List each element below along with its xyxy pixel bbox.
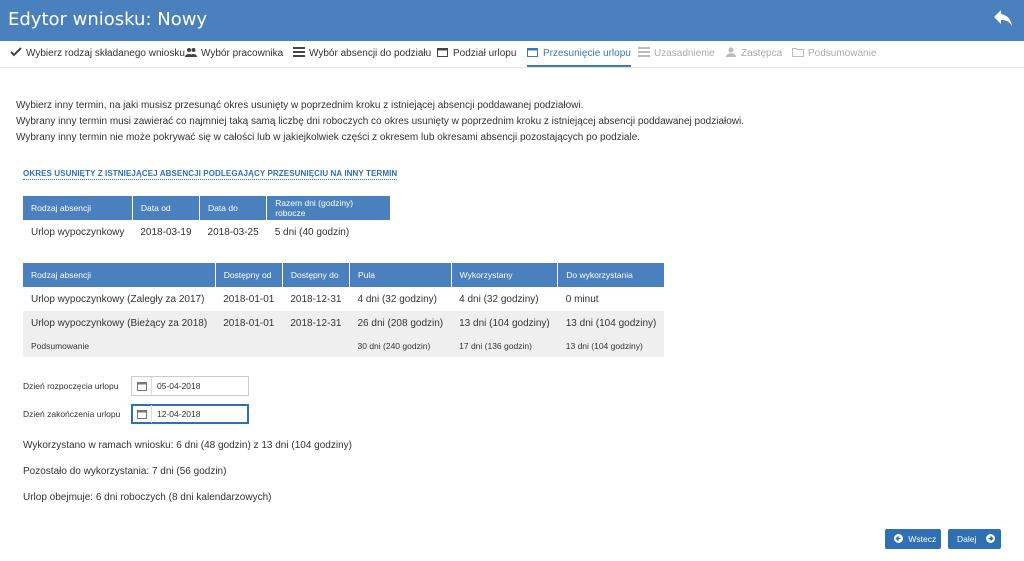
instruction-line: Wybierz inny termin, na jaki musisz prze… bbox=[16, 100, 584, 111]
calendar-icon bbox=[437, 42, 449, 57]
column-header: Data od bbox=[132, 196, 201, 220]
table-cell: 5 dni (40 godzin) bbox=[274, 226, 350, 238]
table-cell: Urlop wypoczynkowy (Zaległy za 2017) bbox=[31, 293, 205, 305]
step-request-type[interactable]: Wybierz rodzaj składanego wniosku bbox=[10, 41, 185, 67]
calendar-icon[interactable] bbox=[137, 381, 147, 391]
end-date-label: Dzień zakończenia urlopu bbox=[23, 409, 121, 419]
table-cell: 2018-01-01 bbox=[215, 311, 283, 335]
column-header: Razem dni (godziny) robocze bbox=[266, 196, 390, 220]
input-divider bbox=[151, 405, 152, 423]
leave-pool-table: Rodzaj absencji Dostępny od Dostępny do … bbox=[23, 263, 665, 357]
folder-icon bbox=[792, 42, 804, 57]
step-label: Podsumowanie bbox=[808, 48, 877, 59]
end-date-input[interactable]: 12-04-2018 bbox=[131, 404, 249, 424]
back-button[interactable]: Wstecz bbox=[885, 529, 941, 549]
step-label: Wybór absencji do podziału bbox=[309, 48, 432, 59]
calendar-icon bbox=[527, 42, 539, 57]
column-header: Pula bbox=[349, 263, 452, 287]
summary-row: Podsumowanie 30 dni (240 godzin) 17 dni … bbox=[23, 335, 665, 357]
app-header: Edytor wniosku: Nowy bbox=[0, 0, 1024, 41]
user-icon bbox=[725, 42, 737, 57]
table-cell bbox=[215, 335, 283, 357]
step-label: Wybór pracownika bbox=[201, 48, 284, 59]
start-date-value: 05-04-2018 bbox=[157, 381, 201, 391]
table-cell: 13 dni (104 godziny) bbox=[557, 335, 665, 357]
calendar-icon[interactable] bbox=[137, 409, 147, 419]
used-info: Wykorzystano w ramach wniosku: 6 dni (48… bbox=[23, 440, 352, 451]
step-label: Wybierz rodzaj składanego wniosku bbox=[26, 48, 185, 59]
step-leave-shift[interactable]: Przesunięcie urlopu bbox=[527, 41, 631, 67]
check-icon bbox=[10, 42, 22, 57]
table-cell: 2018-12-31 bbox=[290, 293, 342, 305]
start-date-label: Dzień rozpoczęcia urlopu bbox=[23, 381, 119, 391]
table-row: Urlop wypoczynkowy 2018-03-19 2018-03-25… bbox=[23, 220, 390, 244]
instructions: Wybierz inny termin, na jaki musisz prze… bbox=[16, 98, 744, 146]
table-cell: 2018-03-19 bbox=[140, 226, 192, 238]
start-date-input[interactable]: 05-04-2018 bbox=[131, 376, 249, 396]
table-cell: Urlop wypoczynkowy (Bieżący za 2018) bbox=[23, 311, 216, 335]
step-label: Uzasadnienie bbox=[654, 48, 715, 59]
table-cell: 4 dni (32 godziny) bbox=[357, 293, 438, 305]
column-header: Wykorzystany bbox=[451, 263, 559, 287]
table-cell: 2018-01-01 bbox=[223, 293, 275, 305]
step-label: Podział urlopu bbox=[453, 48, 517, 59]
removed-period-table: Rodzaj absencji Data od Data do Razem dn… bbox=[23, 196, 390, 244]
arrow-right-circle-icon bbox=[985, 534, 995, 543]
reply-arrow-icon[interactable] bbox=[992, 8, 1016, 32]
next-button[interactable]: Dalej bbox=[948, 529, 1001, 549]
table-cell: 17 dni (136 godzin) bbox=[451, 335, 558, 357]
column-header: Dostępny od bbox=[215, 263, 283, 287]
input-divider bbox=[151, 377, 152, 395]
column-header: Rodzaj absencji bbox=[23, 196, 133, 220]
list-icon bbox=[293, 42, 305, 57]
step-employee[interactable]: Wybór pracownika bbox=[185, 41, 283, 67]
page-title: Edytor wniosku: Nowy bbox=[8, 9, 208, 30]
users-icon bbox=[185, 42, 197, 57]
instruction-line: Wybrany inny termin nie może pokrywać si… bbox=[16, 132, 641, 143]
column-header: Data do bbox=[199, 196, 268, 220]
table-header-row: Rodzaj absencji Data od Data do Razem dn… bbox=[23, 196, 390, 220]
step-summary: Podsumowanie bbox=[792, 41, 876, 67]
remaining-info: Pozostało do wykorzystania: 7 dni (56 go… bbox=[23, 466, 227, 477]
column-header: Dostępny do bbox=[282, 263, 351, 287]
step-label: Przesunięcie urlopu bbox=[543, 48, 631, 59]
section-title: OKRES USUNIĘTY Z ISTNIEJĄCEJ ABSENCJI PO… bbox=[23, 169, 398, 180]
wizard-steps: Wybierz rodzaj składanego wniosku Wybór … bbox=[0, 41, 1024, 68]
table-row: Urlop wypoczynkowy (Bieżący za 2018) 201… bbox=[23, 311, 665, 335]
table-row: Urlop wypoczynkowy (Zaległy za 2017) 201… bbox=[23, 287, 664, 311]
step-leave-split[interactable]: Podział urlopu bbox=[437, 41, 516, 67]
table-cell: 13 dni (104 godziny) bbox=[451, 311, 558, 335]
table-cell: 30 dni (240 godzin) bbox=[349, 335, 452, 357]
column-header: Rodzaj absencji bbox=[23, 263, 216, 287]
step-substitute: Zastępca bbox=[725, 41, 782, 67]
table-cell: 0 minut bbox=[565, 293, 599, 305]
arrow-left-circle-icon bbox=[894, 534, 903, 543]
table-cell: 4 dni (32 godziny) bbox=[459, 293, 539, 305]
table-cell: 2018-03-25 bbox=[207, 226, 259, 238]
instruction-line: Wybrany inny termin musi zawierać co naj… bbox=[16, 116, 745, 127]
step-absence-choice[interactable]: Wybór absencji do podziału bbox=[293, 41, 431, 67]
table-cell: Podsumowanie bbox=[23, 335, 216, 357]
table-cell bbox=[282, 335, 350, 357]
table-cell: 2018-12-31 bbox=[282, 311, 350, 335]
step-justification: Uzasadnienie bbox=[638, 41, 715, 67]
covers-info: Urlop obejmuje: 6 dni roboczych (8 dni k… bbox=[23, 492, 272, 503]
end-date-value: 12-04-2018 bbox=[157, 409, 201, 419]
step-label: Zastępca bbox=[741, 48, 783, 59]
table-cell: 26 dni (208 godzin) bbox=[349, 311, 452, 335]
table-cell: 13 dni (104 godziny) bbox=[557, 311, 665, 335]
back-button-label: Wstecz bbox=[908, 534, 937, 544]
next-button-label: Dalej bbox=[957, 534, 977, 544]
table-cell: Urlop wypoczynkowy bbox=[31, 226, 125, 238]
column-header: Do wykorzystania bbox=[557, 263, 665, 287]
table-header-row: Rodzaj absencji Dostępny od Dostępny do … bbox=[23, 263, 665, 287]
list-icon bbox=[638, 42, 650, 57]
